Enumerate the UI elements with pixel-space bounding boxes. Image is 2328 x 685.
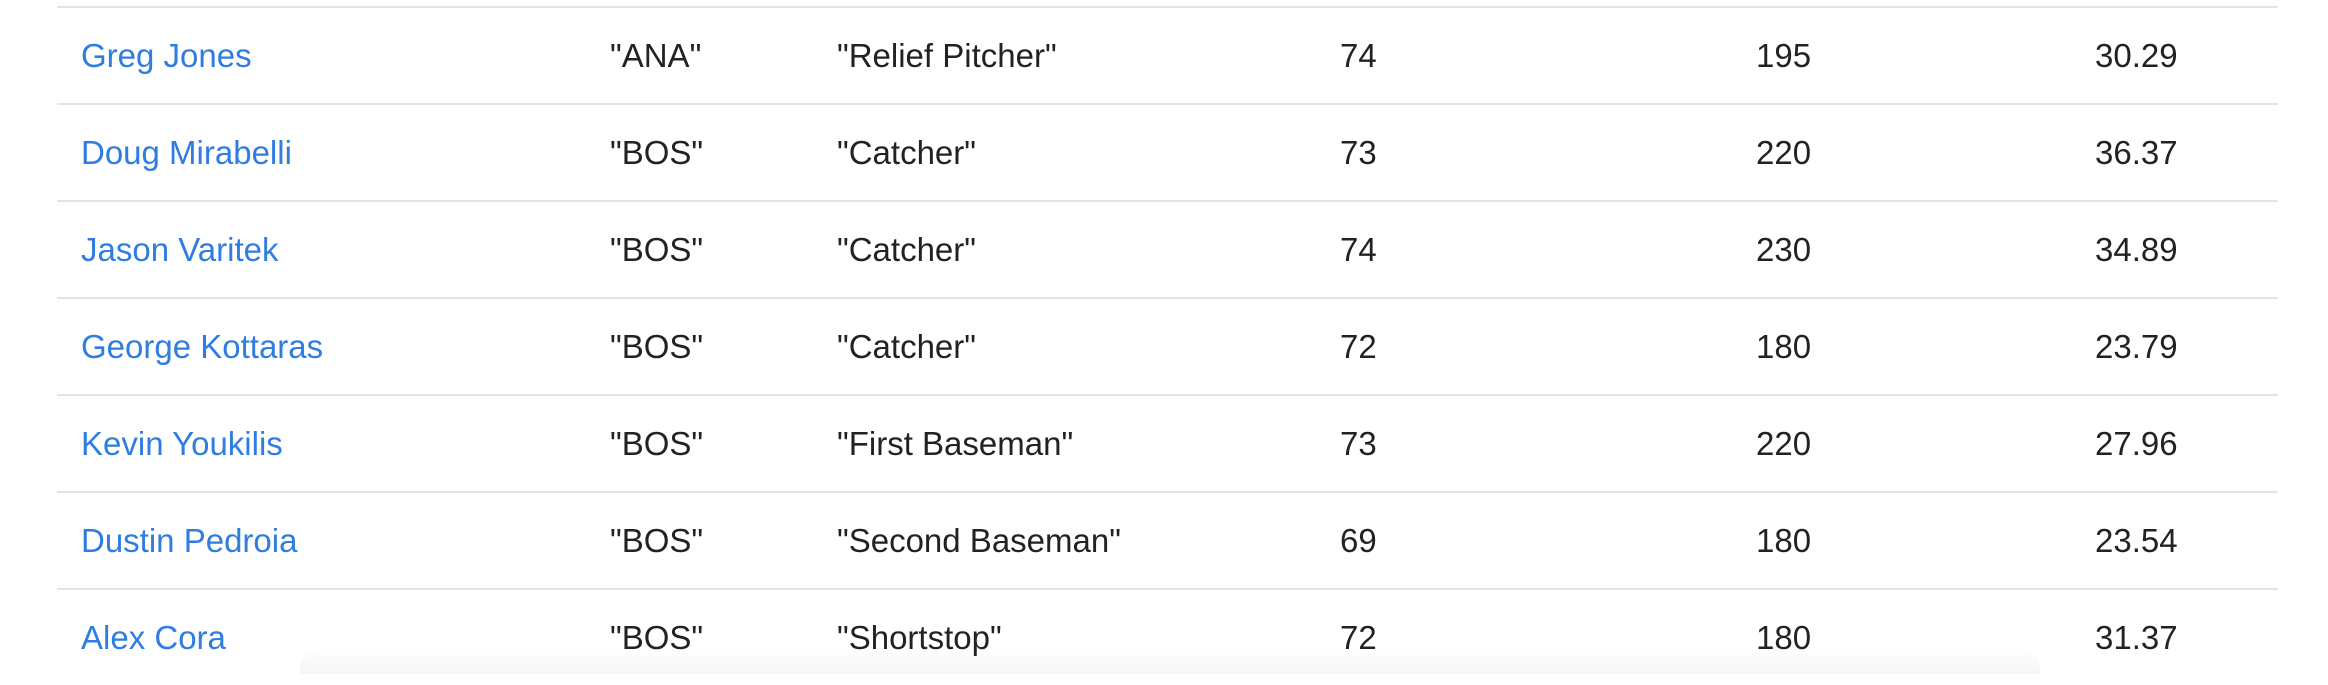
weight-cell: 180	[1756, 328, 1812, 365]
height-cell: 72	[1340, 619, 1377, 656]
weight-cell: 220	[1756, 134, 1812, 171]
player-name-link[interactable]: Jason Varitek	[81, 202, 278, 297]
table-row: George Kottaras "BOS" "Catcher" 72 180 2…	[57, 297, 2278, 394]
weight-cell: 180	[1756, 522, 1812, 559]
age-cell: 23.79	[2095, 328, 2178, 365]
height-cell: 73	[1340, 425, 1377, 462]
team-cell: "BOS"	[610, 134, 704, 171]
position-cell: "Catcher"	[837, 231, 976, 268]
table-row: Jason Varitek "BOS" "Catcher" 74 230 34.…	[57, 200, 2278, 297]
player-name-link[interactable]: George Kottaras	[81, 299, 323, 394]
age-cell: 36.37	[2095, 134, 2178, 171]
table-row: Doug Mirabelli "BOS" "Catcher" 73 220 36…	[57, 103, 2278, 200]
height-cell: 74	[1340, 37, 1377, 74]
player-name-link[interactable]: Doug Mirabelli	[81, 105, 292, 200]
team-cell: "ANA"	[610, 37, 702, 74]
position-cell: "First Baseman"	[837, 425, 1074, 462]
team-cell: "BOS"	[610, 328, 704, 365]
age-cell: 30.29	[2095, 37, 2178, 74]
team-cell: "BOS"	[610, 522, 704, 559]
player-name-link[interactable]: Dustin Pedroia	[81, 493, 297, 588]
team-cell: "BOS"	[610, 231, 704, 268]
table-row: Dustin Pedroia "BOS" "Second Baseman" 69…	[57, 491, 2278, 588]
height-cell: 69	[1340, 522, 1377, 559]
age-cell: 27.96	[2095, 425, 2178, 462]
players-table: Greg Jones "ANA" "Relief Pitcher" 74 195…	[57, 6, 2278, 685]
team-cell: "BOS"	[610, 425, 704, 462]
player-name-link[interactable]: Kevin Youkilis	[81, 396, 283, 491]
position-cell: "Second Baseman"	[837, 522, 1121, 559]
team-cell: "BOS"	[610, 619, 704, 656]
age-cell: 23.54	[2095, 522, 2178, 559]
height-cell: 73	[1340, 134, 1377, 171]
table-row: Kevin Youkilis "BOS" "First Baseman" 73 …	[57, 394, 2278, 491]
player-name-link[interactable]: Alex Cora	[81, 590, 226, 685]
age-cell: 34.89	[2095, 231, 2178, 268]
height-cell: 74	[1340, 231, 1377, 268]
position-cell: "Catcher"	[837, 134, 976, 171]
age-cell: 31.37	[2095, 619, 2178, 656]
weight-cell: 220	[1756, 425, 1812, 462]
table-row: Greg Jones "ANA" "Relief Pitcher" 74 195…	[57, 6, 2278, 103]
weight-cell: 180	[1756, 619, 1812, 656]
player-name-link[interactable]: Greg Jones	[81, 8, 252, 103]
position-cell: "Shortstop"	[837, 619, 1002, 656]
position-cell: "Catcher"	[837, 328, 976, 365]
table-row: Alex Cora "BOS" "Shortstop" 72 180 31.37	[57, 588, 2278, 685]
position-cell: "Relief Pitcher"	[837, 37, 1057, 74]
weight-cell: 230	[1756, 231, 1812, 268]
height-cell: 72	[1340, 328, 1377, 365]
weight-cell: 195	[1756, 37, 1812, 74]
